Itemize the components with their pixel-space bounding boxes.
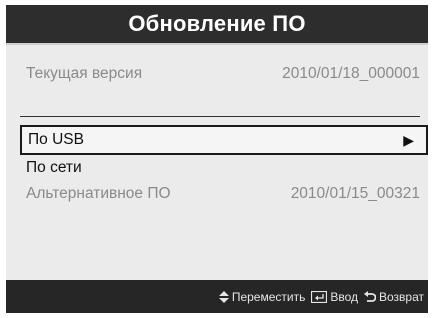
menu-item-network-label: По сети: [26, 159, 82, 176]
hint-move-label: Переместить: [231, 289, 306, 304]
hint-back-label: Возврат: [379, 289, 424, 304]
enter-icon: [311, 290, 328, 303]
software-update-dialog: Обновление ПО Текущая версия 2010/01/18_…: [6, 5, 428, 313]
menu-item-usb-label: По USB: [28, 131, 84, 148]
hint-move: Переместить: [218, 289, 306, 304]
menu-item-alternative: Альтернативное ПО 2010/01/15_00321: [26, 183, 420, 205]
current-version-value: 2010/01/18_000001: [282, 65, 420, 82]
submenu-arrow-icon: ▶: [403, 131, 414, 148]
menu-item-alternative-value: 2010/01/15_00321: [290, 185, 420, 202]
current-version-label: Текущая версия: [26, 65, 143, 82]
menu-item-usb[interactable]: По USB ▶: [20, 125, 428, 155]
return-arrow-icon: [364, 290, 376, 303]
up-down-arrows-icon: [218, 290, 229, 303]
menu-item-network[interactable]: По сети: [26, 157, 420, 179]
menu-item-alternative-label: Альтернативное ПО: [26, 185, 171, 202]
dialog-title: Обновление ПО: [6, 5, 428, 45]
hint-back: Возврат: [364, 290, 424, 304]
hint-enter-label: Ввод: [330, 289, 358, 304]
divider: [20, 116, 420, 117]
hint-enter: Ввод: [311, 290, 358, 304]
button-hints-bar: Переместить Ввод Возврат: [6, 280, 428, 313]
current-version-row: Текущая версия 2010/01/18_000001: [26, 63, 420, 85]
